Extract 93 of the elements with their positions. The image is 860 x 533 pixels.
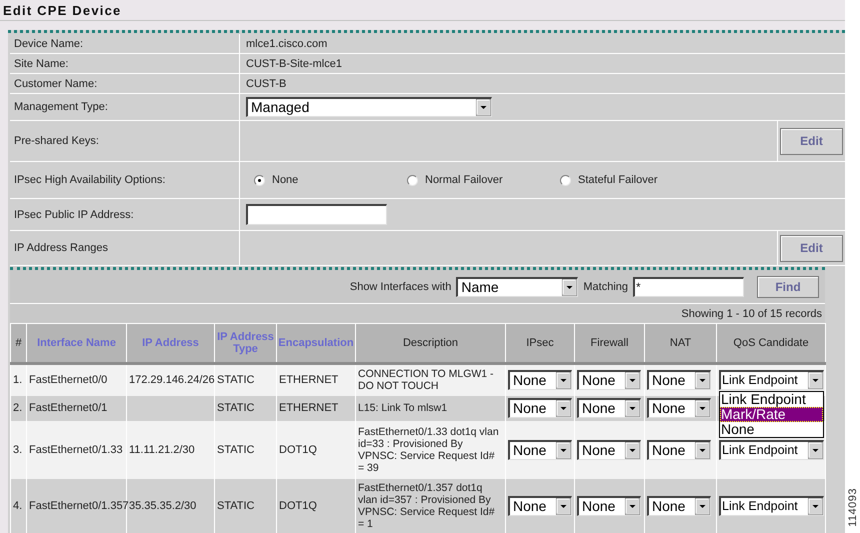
caret-icon xyxy=(695,372,710,390)
records-count: Showing 1 - 10 of 15 records xyxy=(681,308,822,320)
menu-option[interactable]: Link Endpoint xyxy=(720,392,823,408)
column-header: QoS Candidate xyxy=(716,324,826,364)
dropdown[interactable]: None xyxy=(577,398,641,418)
caret-icon xyxy=(625,442,640,458)
input-field[interactable] xyxy=(246,204,387,225)
description-text: FastEthernet0/1.33 dot1q vlan id=33 : Provisioned By VPNSC: Service Request Id# = 39 xyxy=(358,426,499,474)
radio-label: Normal Failover xyxy=(425,174,503,186)
table-cell: 4. xyxy=(13,500,22,512)
find-button[interactable]: Find xyxy=(757,276,819,298)
dropdown[interactable]: None xyxy=(647,370,711,390)
caret-icon xyxy=(695,442,710,458)
caret-icon xyxy=(625,372,640,390)
table-cell: 172.29.146.24/26 xyxy=(129,374,215,386)
field-value: mlce1.cisco.com xyxy=(246,38,328,50)
field-value: CUST-B xyxy=(246,78,286,90)
dropdown[interactable]: Managed xyxy=(246,97,492,117)
table-cell: FastEthernet0/1.357 xyxy=(29,500,129,512)
matching-label: Matching xyxy=(583,280,628,292)
table-cell: STATIC xyxy=(217,402,254,414)
dropdown[interactable]: Link Endpoint xyxy=(719,370,824,390)
table-cell: FastEthernet0/0 xyxy=(29,374,108,386)
caret-icon xyxy=(476,99,491,116)
filter-label: Show Interfaces with xyxy=(350,280,452,292)
field-label: IPsec High Availability Options: xyxy=(14,174,166,186)
field-label: Customer Name: xyxy=(14,78,98,90)
caret-icon xyxy=(808,372,823,390)
table-cell: 3. xyxy=(13,444,22,456)
table-cell: FastEthernet0/1 xyxy=(29,402,108,414)
dropdown[interactable]: None xyxy=(647,398,711,418)
field-label: Management Type: xyxy=(14,101,108,113)
table-cell: DOT1Q xyxy=(279,444,317,456)
page-title: Edit CPE Device xyxy=(0,0,845,21)
caret-icon xyxy=(556,400,571,417)
caret-icon xyxy=(562,278,578,296)
dropdown[interactable]: None xyxy=(577,440,641,460)
table-cell: FastEthernet0/1.33 xyxy=(29,444,123,456)
menu-option[interactable]: None xyxy=(720,422,823,438)
radio-label: None xyxy=(272,174,298,186)
description-text: FastEthernet0/1.357 dot1q vlan id=357 : Provisioned By VPNSC: Service Request Id# = 1 xyxy=(358,482,495,530)
table-cell: 2. xyxy=(13,402,22,414)
field-label: Pre-shared Keys: xyxy=(14,135,99,147)
radio-button[interactable] xyxy=(254,174,265,186)
caret-icon xyxy=(556,498,571,514)
description-text: CONNECTION TO MLGW1 - DO NOT TOUCH xyxy=(358,368,494,392)
caret-icon xyxy=(556,372,571,390)
column-header: # xyxy=(10,324,26,364)
radio-button[interactable] xyxy=(407,174,418,186)
field-label: Site Name: xyxy=(14,58,68,70)
caret-icon xyxy=(695,498,710,514)
figure-number: 114093 xyxy=(846,488,858,527)
dropdown[interactable]: None xyxy=(647,440,711,460)
table-cell: 1. xyxy=(13,374,22,386)
field-label: Device Name: xyxy=(14,38,84,50)
table-cell: STATIC xyxy=(217,444,254,456)
description-text: L15: Link To mlsw1 xyxy=(358,402,448,414)
column-header: IPsec xyxy=(506,324,574,364)
caret-icon xyxy=(808,442,823,458)
dropdown[interactable]: Link Endpoint xyxy=(719,440,824,460)
caret-icon xyxy=(625,498,640,514)
dropdown[interactable]: Link Endpoint xyxy=(719,496,824,516)
matching-field[interactable]: * xyxy=(633,276,744,296)
table-cell: ETHERNET xyxy=(279,374,338,386)
edit-button[interactable]: Edit xyxy=(780,234,843,262)
caret-icon xyxy=(625,400,640,417)
dropdown[interactable]: None xyxy=(508,496,572,516)
field-label: IP Address Ranges xyxy=(14,242,108,254)
table-cell: 11.11.21.2/30 xyxy=(129,444,195,456)
dropdown[interactable]: Name xyxy=(456,276,578,296)
caret-icon xyxy=(556,442,571,458)
table-cell: STATIC xyxy=(217,500,254,512)
field-label: IPsec Public IP Address: xyxy=(14,208,134,220)
table-cell: 35.35.35.2/30 xyxy=(129,500,196,512)
dropdown[interactable]: None xyxy=(508,370,572,390)
field-value: CUST-B-Site-mlce1 xyxy=(246,58,342,70)
dropdown[interactable]: None xyxy=(577,496,641,516)
edit-button[interactable]: Edit xyxy=(780,128,843,154)
column-header: NAT xyxy=(644,324,716,364)
column-header: Description xyxy=(356,324,506,364)
caret-icon xyxy=(695,400,710,417)
dropdown[interactable]: None xyxy=(577,370,641,390)
radio-button[interactable] xyxy=(560,174,571,186)
dropdown[interactable]: None xyxy=(647,496,711,516)
column-header: Firewall xyxy=(574,324,644,364)
dropdown[interactable]: None xyxy=(508,398,572,418)
dropdown[interactable]: None xyxy=(508,440,572,460)
radio-label: Stateful Failover xyxy=(578,174,658,186)
table-cell: STATIC xyxy=(217,374,254,386)
table-cell: DOT1Q xyxy=(279,500,317,512)
table-cell: ETHERNET xyxy=(279,402,338,414)
menu-option[interactable]: Mark/Rate xyxy=(720,407,823,422)
caret-icon xyxy=(808,498,823,514)
